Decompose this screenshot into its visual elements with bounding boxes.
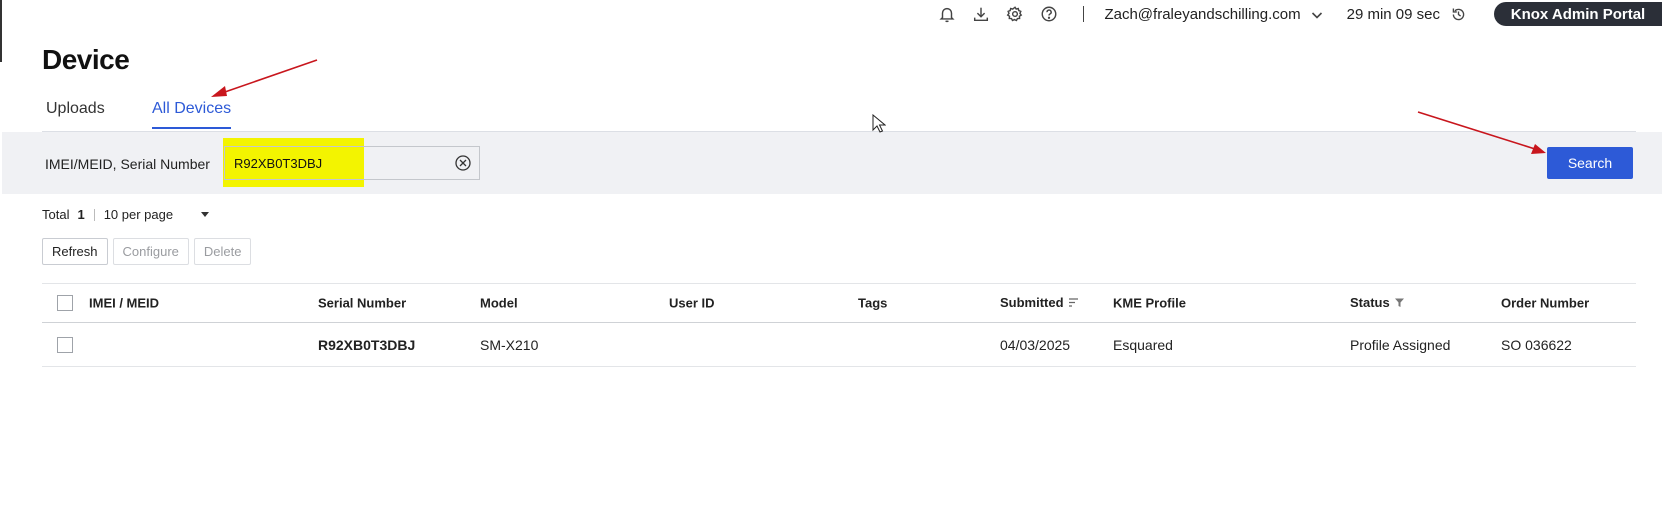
gear-icon[interactable] bbox=[1005, 4, 1025, 24]
total-count: 1 bbox=[77, 207, 85, 222]
search-panel: IMEI/MEID, Serial Number Search bbox=[2, 132, 1662, 194]
session-timer: 29 min 09 sec bbox=[1346, 5, 1440, 23]
page-title: Device bbox=[42, 44, 130, 75]
cell-kme-profile: Esquared bbox=[1113, 336, 1173, 353]
header-status: Status bbox=[1350, 294, 1390, 310]
cell-order-number: SO 036622 bbox=[1501, 336, 1572, 353]
cell-submitted: 04/03/2025 bbox=[1000, 336, 1071, 353]
sort-icon[interactable] bbox=[1068, 296, 1079, 311]
caret-down-icon bbox=[201, 212, 210, 217]
row-checkbox[interactable] bbox=[57, 336, 73, 353]
search-label: IMEI/MEID, Serial Number bbox=[45, 156, 210, 172]
divider bbox=[93, 208, 95, 221]
devices-table: IMEI / MEID Serial Number Model User ID … bbox=[42, 283, 1636, 367]
per-page-select[interactable]: 10 per page bbox=[103, 207, 210, 222]
configure-button[interactable]: Configure bbox=[112, 238, 189, 265]
bell-icon[interactable] bbox=[937, 4, 957, 24]
mouse-cursor-icon bbox=[872, 114, 886, 133]
search-button[interactable]: Search bbox=[1547, 147, 1633, 179]
cell-status: Profile Assigned bbox=[1350, 336, 1451, 353]
select-all-checkbox[interactable] bbox=[57, 295, 73, 311]
header-imei[interactable]: IMEI / MEID bbox=[89, 296, 159, 311]
tab-uploads[interactable]: Uploads bbox=[46, 100, 105, 127]
chevron-down-icon bbox=[1311, 8, 1323, 20]
delete-button[interactable]: Delete bbox=[193, 238, 252, 265]
refresh-button[interactable]: Refresh bbox=[42, 238, 108, 265]
header-serial-number[interactable]: Serial Number bbox=[318, 296, 406, 311]
cell-model: SM-X210 bbox=[480, 336, 539, 353]
session-extend-icon[interactable] bbox=[1448, 4, 1468, 24]
clear-icon[interactable] bbox=[454, 154, 472, 172]
header-kme-profile[interactable]: KME Profile bbox=[1113, 296, 1186, 311]
divider bbox=[1083, 6, 1085, 22]
table-header: IMEI / MEID Serial Number Model User ID … bbox=[42, 283, 1636, 323]
window-edge bbox=[0, 0, 2, 62]
cell-serial-number[interactable]: R92XB0T3DBJ bbox=[318, 337, 415, 353]
header-user-id[interactable]: User ID bbox=[669, 296, 715, 311]
knox-admin-portal-button[interactable]: Knox Admin Portal bbox=[1494, 2, 1662, 26]
header-tags[interactable]: Tags bbox=[858, 296, 887, 311]
tab-all-devices[interactable]: All Devices bbox=[152, 100, 232, 129]
header-submitted: Submitted bbox=[1000, 294, 1064, 310]
filter-icon[interactable] bbox=[1394, 296, 1405, 311]
top-bar: Zach@fraleyandschilling.com 29 min 09 se… bbox=[937, 0, 1662, 28]
total-label: Total bbox=[42, 207, 70, 222]
user-email: Zach@fraleyandschilling.com bbox=[1104, 5, 1301, 23]
table-row[interactable]: R92XB0T3DBJ SM-X210 04/03/2025 Esquared … bbox=[42, 323, 1636, 367]
tab-bar: Uploads All Devices bbox=[42, 96, 1636, 132]
result-summary: Total 1 10 per page bbox=[42, 207, 210, 222]
arrow-to-all-devices bbox=[211, 59, 318, 97]
header-status-wrap[interactable]: Status bbox=[1350, 295, 1405, 311]
user-menu[interactable]: Zach@fraleyandschilling.com bbox=[1104, 6, 1322, 23]
help-icon[interactable] bbox=[1039, 4, 1059, 24]
action-buttons: Refresh Configure Delete bbox=[42, 238, 256, 265]
header-submitted-wrap[interactable]: Submitted bbox=[1000, 295, 1079, 311]
per-page-value: 10 per page bbox=[103, 207, 174, 222]
search-input[interactable] bbox=[224, 146, 480, 180]
header-order-number[interactable]: Order Number bbox=[1501, 296, 1589, 311]
header-model[interactable]: Model bbox=[480, 296, 518, 311]
download-icon[interactable] bbox=[971, 4, 991, 24]
